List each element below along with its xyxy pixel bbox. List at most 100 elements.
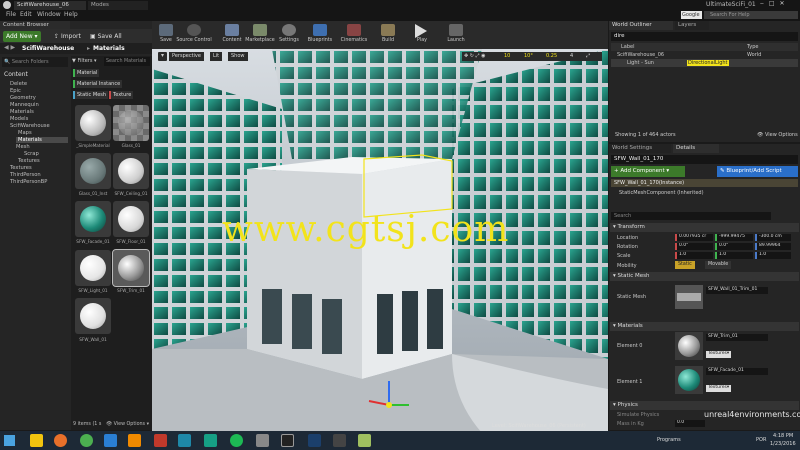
actor-name-field[interactable]: SFW_Wall_01_170: [611, 155, 798, 164]
mobility-static[interactable]: Static: [675, 261, 695, 269]
add-component-button[interactable]: + Add Component ▾: [611, 166, 685, 177]
tab-layers[interactable]: Layers: [675, 21, 709, 30]
rotation-x[interactable]: 0.0°: [675, 243, 713, 250]
scale-y[interactable]: 1.0: [715, 252, 753, 259]
section-static-mesh[interactable]: ▾ Static Mesh: [610, 272, 799, 281]
location-z[interactable]: -300.0 cm: [755, 234, 791, 241]
filter-chip-material[interactable]: Material: [73, 69, 100, 77]
tree-item-delete[interactable]: Delete: [10, 81, 27, 87]
save-all-button[interactable]: ▣ Save All: [87, 31, 125, 42]
asset-tile-selected[interactable]: [112, 249, 150, 287]
tab-details[interactable]: Details: [673, 144, 719, 153]
lit-button[interactable]: Lit: [210, 52, 223, 61]
app-grey-icon[interactable]: [256, 434, 269, 447]
rot-snap-value[interactable]: 10°: [524, 53, 533, 59]
nav-arrows-icon[interactable]: ◀ ▶: [4, 44, 15, 51]
location-y[interactable]: -999.99475: [715, 234, 753, 241]
tree-item-thirdpersonbp[interactable]: ThirdPersonBP: [10, 179, 47, 185]
add-new-button[interactable]: Add New ▾: [3, 31, 41, 42]
scale-x[interactable]: 1.0: [675, 252, 713, 259]
toolbar-content-button[interactable]: Content: [218, 21, 246, 49]
transform-tools-icon[interactable]: ✥ ↻ ⤢ ◉: [464, 53, 486, 59]
tree-item-epic[interactable]: Epic: [10, 88, 21, 94]
filter-chip-texture[interactable]: Texture: [109, 91, 134, 99]
static-mesh-thumbnail[interactable]: [675, 285, 703, 309]
details-search-input[interactable]: Search: [611, 212, 771, 220]
viewport-menu-button[interactable]: ▾: [158, 52, 167, 61]
scale-snap-value[interactable]: 0.25: [546, 53, 557, 59]
tab-content-browser[interactable]: Content Browser: [0, 21, 70, 29]
tree-item-maps[interactable]: Maps: [18, 130, 32, 136]
element1-value[interactable]: SFW_Facade_01: [706, 368, 768, 375]
tree-item-textures[interactable]: Textures: [18, 158, 40, 164]
asset-tile[interactable]: [113, 105, 149, 141]
outliner-view-options[interactable]: 👁 View Options: [757, 132, 798, 138]
col-label[interactable]: Label: [621, 44, 635, 50]
tab-level[interactable]: ScifiWarehouse_06: [14, 1, 86, 10]
tab-world-outliner[interactable]: World Outliner: [609, 21, 673, 30]
asset-tile[interactable]: [113, 153, 149, 189]
outliner-search-input[interactable]: dire: [611, 32, 798, 41]
filter-chip-static-mesh[interactable]: Static Mesh: [73, 91, 109, 99]
element0-textures-dropdown[interactable]: Textures▾: [706, 351, 732, 358]
ie-icon[interactable]: [104, 434, 117, 447]
tab-world-settings[interactable]: World Settings: [609, 144, 671, 153]
camera-speed-value[interactable]: 4: [570, 53, 573, 59]
toolbar-cinematics-button[interactable]: Cinematics: [340, 21, 368, 49]
menu-file[interactable]: File: [6, 11, 16, 18]
tab-modes[interactable]: Modes: [88, 1, 148, 10]
asset-tile[interactable]: [113, 201, 149, 237]
rotation-y[interactable]: 0.0°: [715, 243, 753, 250]
app-dark-icon[interactable]: [333, 434, 346, 447]
maximize-icon[interactable]: ⤢: [586, 53, 590, 59]
tree-item-geometry[interactable]: Geometry: [10, 95, 36, 101]
help-search-input[interactable]: Search For Help: [704, 11, 798, 19]
vlc-icon[interactable]: [128, 434, 141, 447]
col-type[interactable]: Type: [747, 44, 758, 50]
gizmo-pivot[interactable]: [386, 402, 392, 408]
tree-item-scrap[interactable]: Scrap: [24, 151, 39, 157]
component-row[interactable]: StaticMeshComponent (Inherited): [619, 190, 704, 196]
view-options-button[interactable]: 👁 View Options ▾: [106, 422, 149, 427]
language-indicator[interactable]: POR: [756, 437, 766, 443]
tree-item-models[interactable]: Models: [10, 116, 28, 122]
element1-textures-dropdown[interactable]: Textures▾: [706, 385, 732, 392]
asset-tile[interactable]: [75, 105, 111, 141]
perspective-button[interactable]: Perspective: [169, 52, 204, 61]
app-teal-icon[interactable]: [178, 434, 191, 447]
location-x[interactable]: 0.007935 cr: [675, 234, 713, 241]
table-row[interactable]: ScifiWarehouse_06 World: [611, 52, 798, 59]
section-physics[interactable]: ▾ Physics: [610, 401, 799, 410]
element1-thumbnail[interactable]: [675, 366, 703, 394]
app-red-icon[interactable]: [154, 434, 167, 447]
section-materials[interactable]: ▾ Materials: [610, 322, 799, 331]
toolbar-play-button[interactable]: Play: [408, 21, 436, 49]
clock-date[interactable]: 1/23/2016: [770, 441, 796, 447]
scale-z[interactable]: 1.0: [755, 252, 791, 259]
photoshop-icon[interactable]: [308, 434, 321, 447]
unreal-taskbar-icon[interactable]: [281, 434, 294, 447]
asset-tile[interactable]: [75, 153, 111, 189]
toolbar-marketplace-button[interactable]: Marketplace: [245, 21, 275, 49]
toolbar-settings-button[interactable]: Settings: [275, 21, 303, 49]
show-button[interactable]: Show: [228, 52, 248, 61]
tree-item-mannequin[interactable]: Mannequin: [10, 102, 39, 108]
table-row-selected[interactable]: Light - Sun DirectionalLight: [611, 59, 798, 67]
menu-edit[interactable]: Edit: [20, 11, 32, 18]
windows-start-icon[interactable]: [4, 435, 15, 446]
filter-chip-material-instance[interactable]: Material Instance: [73, 80, 123, 88]
toolbar-blueprints-button[interactable]: Blueprints: [306, 21, 334, 49]
window-controls[interactable]: ‒□✕: [760, 0, 800, 9]
app-green-icon[interactable]: [204, 434, 217, 447]
tree-item-scifiwarehouse[interactable]: ScifiWarehouse: [10, 123, 50, 129]
menu-help[interactable]: Help: [64, 11, 78, 18]
toolbar-launch-button[interactable]: Launch: [442, 21, 470, 49]
grid-snap-value[interactable]: 10: [504, 53, 510, 59]
toolbar-build-button[interactable]: Build: [374, 21, 402, 49]
breadcrumb-leaf[interactable]: Materials: [93, 45, 125, 52]
file-explorer-icon[interactable]: [30, 434, 43, 447]
asset-tile[interactable]: [75, 201, 111, 237]
filters-button[interactable]: ▼ Filters ▾: [72, 58, 97, 64]
firefox-icon[interactable]: [54, 434, 67, 447]
spotify-icon[interactable]: [230, 434, 243, 447]
